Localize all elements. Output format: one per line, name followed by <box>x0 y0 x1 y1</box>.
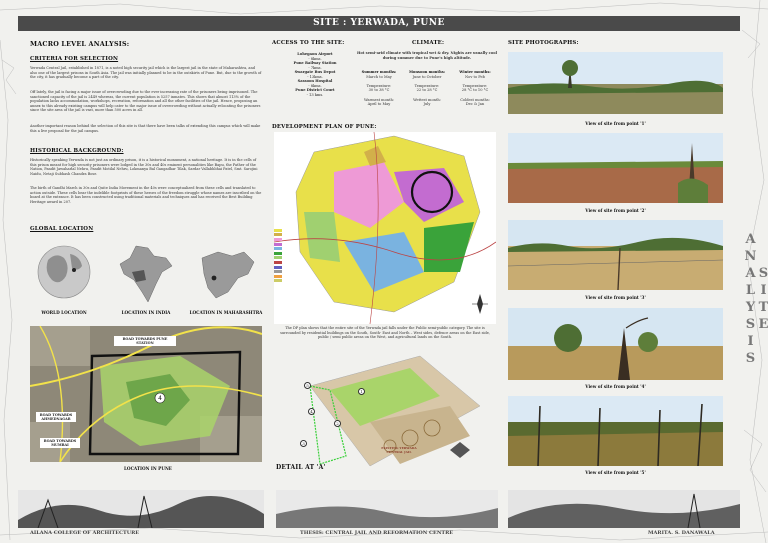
world-map <box>37 245 91 299</box>
bottom-strip-right <box>508 490 740 528</box>
site-photo-2 <box>508 133 723 203</box>
macro-heading: MACRO LEVEL ANALYSIS: <box>30 40 130 48</box>
legend-swatch <box>274 228 282 232</box>
site-photo-4 <box>508 308 723 380</box>
access-item: Pune Railway Station - 7kms. <box>293 61 337 70</box>
legend-swatch <box>274 270 282 274</box>
legend-swatch <box>274 256 282 260</box>
access-item: Sassoon Hospital - 8kms. <box>297 79 333 88</box>
detail-marker-2: 2 <box>334 420 341 427</box>
historical-heading: HISTORICAL BACKGROUND: <box>30 148 124 154</box>
legend-swatch <box>274 274 282 278</box>
legend-swatch <box>274 251 282 255</box>
legend-row <box>274 279 314 284</box>
detail-plan <box>309 355 481 467</box>
maharashtra-map <box>201 251 255 299</box>
access-item: Swargate Bus Depot - 13kms. <box>294 70 336 79</box>
north-arrow-icon <box>472 294 488 314</box>
criteria-text-3: Another important reason behind the sele… <box>30 124 261 133</box>
india-map <box>119 245 173 303</box>
footer-center: THESIS: CENTRAL JAIL AND REFORMATION CEN… <box>300 530 454 536</box>
side-title: SITE ANALYSIS <box>743 200 768 400</box>
access-heading: ACCESS TO THE SITE: <box>272 40 345 46</box>
bottom-strip-middle <box>276 490 498 528</box>
development-plan-heading: DEVELOPMENT PLAN OF PUNE: <box>272 124 377 130</box>
site-photo-3 <box>508 220 723 290</box>
pune-map-label-1: ROAD TOWARDS PUNE STATION <box>114 336 176 346</box>
criteria-text-2: Off lately, the jail is facing a major i… <box>30 90 261 113</box>
detail-marker-5: 5 <box>304 382 311 389</box>
climate-winter: Winter months: Nov to Feb Temperature: 28 … <box>459 70 491 107</box>
footer-left: AILANA COLLEGE OF ARCHITECTURE <box>30 530 140 536</box>
legend-swatch <box>274 242 282 246</box>
legend-swatch <box>274 260 282 264</box>
access-item: Pune District Court - 13 kms. <box>295 88 335 97</box>
historical-text-2: The birth of Gandhi March in 30s and Qui… <box>30 186 262 204</box>
access-item: Lohegaon Airport - 8kms. <box>297 52 333 61</box>
access-list: Lohegaon Airport - 8kms. Pune Railway Sta… <box>280 52 350 97</box>
site-photographs-heading: SITE PHOTOGRAPHS: <box>508 40 579 46</box>
legend-swatch <box>274 247 282 251</box>
site-photo-5 <box>508 396 723 466</box>
detail-marker-1: 1 <box>358 388 365 395</box>
climate-monsoon: Monsoon months: June to October Temperatu… <box>408 70 446 107</box>
legend-swatch <box>274 233 282 237</box>
photo-caption-4: View of site from point '4' <box>585 384 646 389</box>
india-location-caption: LOCATION IN INDIA <box>121 310 171 315</box>
global-location-heading: GLOBAL LOCATION <box>30 226 94 232</box>
detail-marker-3: 3 <box>300 440 307 447</box>
dp-legend <box>274 228 314 283</box>
legend-swatch <box>274 237 282 241</box>
macro-panel: MACRO LEVEL ANALYSIS: CRITERIA FOR SELEC… <box>28 36 264 490</box>
detail-jail-label: EXISTING YERWADA CENTRAL JAIL <box>381 446 417 454</box>
climate-heading: CLIMATE: <box>412 40 445 46</box>
page-title: SITE : YERWADA, PUNE <box>18 16 740 31</box>
pune-location-caption: LOCATION IN PUNE <box>123 466 173 471</box>
middle-panel: ACCESS TO THE SITE: Lohegaon Airport - 8k… <box>270 36 500 490</box>
legend-swatch <box>274 265 282 269</box>
pune-map-label-2: ROAD TOWARDS AHMEDNAGAR <box>36 412 76 422</box>
detail-heading: DETAIL AT 'A' <box>276 464 326 471</box>
photo-caption-3: View of site from point '3' <box>585 295 646 300</box>
photo-caption-5: View of site from point '5' <box>585 470 646 475</box>
bottom-strip-left <box>18 490 264 528</box>
pune-map-label-3: ROAD TOWARDS MUMBAI <box>40 438 80 448</box>
legend-swatch <box>274 279 282 283</box>
footer-right: MARITA. S. DANAWALA <box>648 530 715 536</box>
criteria-text-1: Yerwada Central Jail, established in 187… <box>30 66 262 80</box>
maharashtra-location-caption: LOCATION IN MAHARASHTRA <box>189 310 263 315</box>
photo-caption-2: View of site from point '2' <box>585 208 646 213</box>
site-photo-1 <box>508 52 723 114</box>
svg-text:4: 4 <box>158 395 162 402</box>
criteria-heading: CRITERIA FOR SELECTION <box>30 56 119 62</box>
climate-summer: Summer months: March to May Temperature: 3… <box>361 70 397 107</box>
world-location-caption: WORLD LOCATION <box>41 310 87 315</box>
climate-intro: Hot semi-arid climate with tropical wet … <box>356 51 498 60</box>
side-title-text: SITE ANALYSIS <box>743 232 768 368</box>
detail-marker-4: 4 <box>308 408 315 415</box>
historical-text-1: Historically speaking Yerwada is not jus… <box>30 158 258 176</box>
photo-caption-1: View of site from point '1' <box>585 121 646 126</box>
dp-description: The DP plan shows that the entire site o… <box>280 326 490 340</box>
